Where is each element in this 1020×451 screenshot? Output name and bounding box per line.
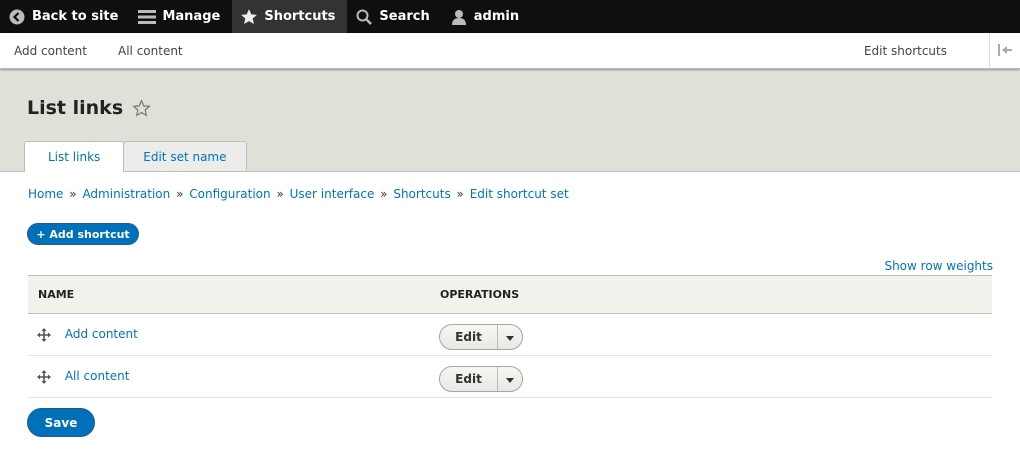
table-row: Add content Edit [28,314,992,356]
search-menu[interactable]: Search [347,0,441,33]
dropbutton-toggle[interactable] [498,325,522,349]
column-header-name: NAME [38,288,75,301]
name-cell: All content [28,356,439,398]
breadcrumb-separator: » [176,187,184,201]
edit-button[interactable]: Edit [440,366,498,391]
table-row: All content Edit [28,356,992,398]
edit-shortcuts-link[interactable]: Edit shortcuts [850,44,947,58]
table-header-row: NAME OPERATIONS [28,275,992,314]
add-shortcut-button[interactable]: + Add shortcut [27,223,139,245]
back-to-site-label: Back to site [32,9,119,24]
breadcrumb-separator: » [69,187,77,201]
breadcrumb-separator: » [456,187,464,201]
breadcrumb: Home » Administration » Configuration » … [28,187,569,201]
caret-down-icon [506,330,514,344]
star-icon [240,8,258,26]
caret-down-icon [506,372,514,386]
operations-cell: Edit [439,314,992,356]
shortcut-link[interactable]: All content [65,369,130,383]
breadcrumb-shortcuts[interactable]: Shortcuts [393,187,450,201]
shortcuts-tray: Add content All content Edit shortcuts [0,32,1020,69]
breadcrumb-home[interactable]: Home [28,187,63,201]
edit-button[interactable]: Edit [440,324,498,349]
shortcut-link[interactable]: Add content [65,327,138,341]
name-cell: Add content [28,314,439,356]
primary-tabs: List links Edit set name [24,141,247,172]
tray-link-add-content[interactable]: Add content [0,44,87,58]
breadcrumb-separator: » [276,187,284,201]
shortcuts-menu[interactable]: Shortcuts [232,0,348,33]
user-label: admin [473,9,520,24]
manage-label: Manage [162,9,221,24]
tray-link-all-content[interactable]: All content [104,44,183,58]
manage-menu[interactable]: Manage [130,0,232,33]
operations-dropbutton: Edit [439,365,523,392]
breadcrumb-user-interface[interactable]: User interface [290,187,375,201]
orientation-icon [997,41,1013,60]
drag-handle-icon[interactable] [37,369,51,384]
breadcrumb-configuration[interactable]: Configuration [189,187,270,201]
shortcuts-table: NAME OPERATIONS Add content Edit All con… [28,275,992,398]
user-icon [450,8,468,26]
search-label: Search [379,9,430,24]
save-button[interactable]: Save [27,408,95,437]
hamburger-icon [138,8,157,26]
page-title-text: List links [27,97,124,119]
column-header-operations: OPERATIONS [440,288,520,301]
shortcuts-label: Shortcuts [264,9,336,24]
search-icon [355,8,373,26]
tab-edit-set-name[interactable]: Edit set name [123,141,247,171]
show-row-weights-link[interactable]: Show row weights [884,259,993,273]
operations-dropbutton: Edit [439,323,523,350]
dropbutton-toggle[interactable] [498,367,522,391]
breadcrumb-separator: » [380,187,388,201]
user-menu[interactable]: admin [442,0,531,33]
tab-list-links[interactable]: List links [24,141,125,172]
breadcrumb-edit-shortcut-set[interactable]: Edit shortcut set [470,187,569,201]
page-header: List links List links Edit set name [0,69,1020,172]
operations-cell: Edit [439,356,992,398]
breadcrumb-administration[interactable]: Administration [82,187,170,201]
drag-handle-icon[interactable] [37,327,51,342]
page-title: List links [27,97,151,119]
back-arrow-icon [8,8,26,26]
admin-toolbar: Back to site Manage Shortcuts Search adm… [0,0,1020,33]
star-outline-icon[interactable] [132,98,151,118]
back-to-site-link[interactable]: Back to site [0,0,130,33]
tray-orientation-toggle[interactable] [989,32,1020,69]
